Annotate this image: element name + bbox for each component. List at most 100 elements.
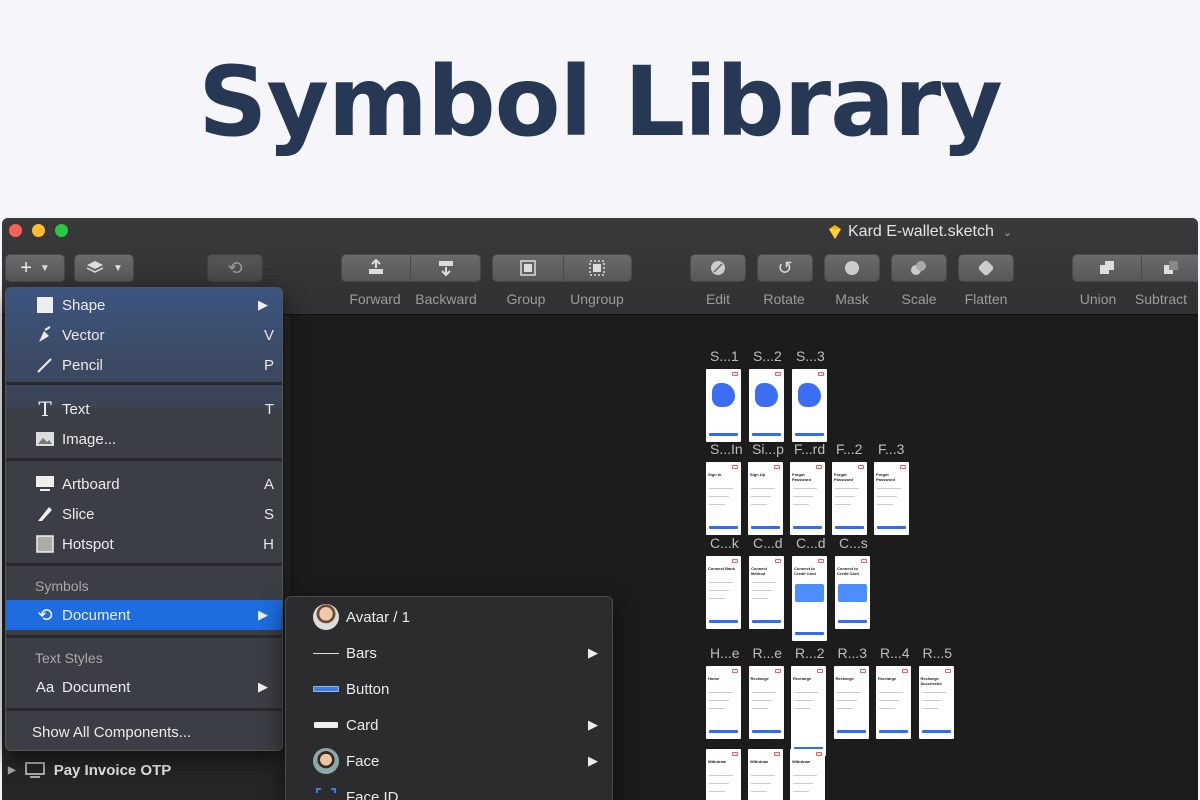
menu-item-text[interactable]: T Text T: [6, 394, 282, 424]
menu-item-label: Document: [62, 606, 131, 624]
artboard-label[interactable]: S...1: [710, 348, 739, 364]
artboard-label[interactable]: R...2: [795, 645, 825, 661]
artboard-thumbnail[interactable]: Recharge: [833, 666, 869, 739]
submenu-item-bars[interactable]: Bars ▶: [286, 635, 612, 671]
menu-item-show-all-components[interactable]: Show All Components...: [6, 717, 282, 747]
document-title[interactable]: Kard E-wallet.sketch ⌄: [828, 221, 1012, 243]
menu-item-pencil[interactable]: Pencil P: [6, 350, 282, 380]
chevron-right-icon: ▶: [588, 753, 598, 768]
artboard-label[interactable]: F...rd: [794, 441, 825, 457]
artboard-label[interactable]: C...s: [839, 535, 868, 551]
menu-item-image[interactable]: Image...: [6, 424, 282, 454]
artboard-thumbnail[interactable]: Forgot Password: [832, 462, 867, 535]
artboard-thumbnail[interactable]: Recharge Successful: [918, 666, 954, 739]
menu-item-artboard[interactable]: Artboard A: [6, 469, 282, 499]
menu-item-label: Document: [62, 678, 131, 696]
rotate-button[interactable]: ↺: [757, 254, 813, 282]
artboard-label[interactable]: C...d: [796, 535, 826, 551]
menu-item-shape[interactable]: Shape ▶: [6, 290, 282, 320]
subtract-button[interactable]: [1142, 255, 1198, 281]
group-label: Group: [506, 291, 546, 307]
insert-menu: Shape ▶ Vector V Pencil P T Text T Image…: [5, 287, 283, 751]
artboard-label[interactable]: C...d: [753, 535, 783, 551]
artboard-label[interactable]: F...3: [878, 441, 904, 457]
submenu-item-avatar[interactable]: Avatar / 1: [286, 599, 612, 635]
artboard-thumbnail[interactable]: Forgot Password: [790, 462, 825, 535]
edit-button[interactable]: [690, 254, 746, 282]
bars-icon: [313, 640, 339, 666]
artboard-label[interactable]: R...5: [923, 645, 953, 661]
group-button[interactable]: [493, 255, 564, 281]
hero-banner: Symbol Library: [0, 0, 1200, 218]
submenu-item-button[interactable]: Button: [286, 671, 612, 707]
artboard-thumbnail[interactable]: [706, 369, 741, 442]
artboard-thumbnail[interactable]: Home: [706, 666, 741, 739]
artboard-thumbnail[interactable]: Recharge: [791, 666, 826, 756]
artboard-thumbnail[interactable]: Recharge: [876, 666, 911, 739]
backward-button[interactable]: [411, 255, 480, 281]
flatten-button[interactable]: [958, 254, 1014, 282]
text-style-icon: Aa: [35, 678, 55, 696]
symbols-submenu: Avatar / 1 Bars ▶ Button Card ▶ Face ▶ F…: [285, 596, 613, 800]
ungroup-button[interactable]: [564, 255, 631, 281]
artboard-label[interactable]: R...4: [880, 645, 910, 661]
refresh-button[interactable]: ⟲: [207, 254, 263, 282]
menu-item-symbols-document[interactable]: ⟲ Document ▶: [6, 600, 282, 630]
scale-icon: [911, 261, 926, 275]
minimize-window-button[interactable]: [32, 224, 45, 237]
slice-icon: [34, 503, 56, 525]
artboard-thumbnail[interactable]: Sign Up: [748, 462, 783, 535]
artboard-title: Connect to Credit Card: [794, 566, 816, 576]
menu-item-slice[interactable]: Slice S: [6, 499, 282, 529]
artboard-thumbnail[interactable]: Connect Bank: [706, 556, 741, 629]
chevron-right-icon: ▶: [588, 645, 598, 660]
menu-item-vector[interactable]: Vector V: [6, 320, 282, 350]
union-label: Union: [1079, 291, 1117, 307]
artboard-thumbnail[interactable]: Withdraw: [790, 749, 825, 800]
menu-item-label: Text: [62, 400, 90, 418]
artboard-label[interactable]: C...k: [710, 535, 739, 551]
mask-label: Mask: [835, 291, 869, 307]
artboard-label[interactable]: R...3: [838, 645, 868, 661]
menu-separator: [6, 563, 282, 566]
backward-icon: [438, 261, 453, 277]
artboard-label[interactable]: H...e: [710, 645, 740, 661]
backward-label: Backward: [415, 291, 477, 307]
artboard-thumbnail[interactable]: [792, 369, 827, 442]
artboard-label[interactable]: F...2: [836, 441, 862, 457]
chevron-down-icon: ⌄: [1002, 226, 1013, 239]
submenu-item-face-id[interactable]: Face ID: [286, 779, 612, 800]
artboard-thumbnail[interactable]: Sign In: [706, 462, 741, 535]
insert-button[interactable]: + ▼: [5, 254, 65, 282]
mask-button[interactable]: [824, 254, 880, 282]
artboard-thumbnail[interactable]: Forgot Password: [874, 462, 909, 535]
artboard-thumbnail[interactable]: Connect Method: [749, 556, 784, 629]
submenu-item-card[interactable]: Card ▶: [286, 707, 612, 743]
disclosure-triangle-icon: ▶: [8, 764, 16, 776]
artboard-label[interactable]: S...2: [753, 348, 782, 364]
artboard-thumbnail[interactable]: Withdraw: [706, 749, 741, 800]
artboard-label[interactable]: R...e: [753, 645, 783, 661]
group-segment: [492, 254, 632, 282]
screenshot-root: Symbol Library Kard E-wallet.sketch ⌄ + …: [0, 0, 1200, 800]
layer-row-pay-invoice-otp[interactable]: ▶ Pay Invoice OTP: [0, 757, 288, 783]
artboard-label[interactable]: Si...p: [752, 441, 784, 457]
artboard-thumbnail[interactable]: Recharge: [748, 666, 784, 739]
artboard-label[interactable]: S...3: [796, 348, 825, 364]
menu-item-hotspot[interactable]: Hotspot H: [6, 529, 282, 559]
union-button[interactable]: [1073, 255, 1142, 281]
artboard-thumbnail[interactable]: Connect to Credit Card: [835, 556, 870, 629]
scale-button[interactable]: [891, 254, 947, 282]
artboard-thumbnail[interactable]: [749, 369, 784, 442]
forward-button[interactable]: [342, 255, 411, 281]
zoom-window-button[interactable]: [55, 224, 68, 237]
shortcut-key: T: [264, 400, 274, 418]
artboard-thumbnail[interactable]: Connect to Credit Card: [792, 556, 827, 641]
layers-button[interactable]: ▼: [74, 254, 134, 282]
menu-item-text-styles-document[interactable]: Aa Document ▶: [6, 672, 282, 702]
artboard-thumbnail[interactable]: Withdraw: [748, 749, 783, 800]
submenu-item-face[interactable]: Face ▶: [286, 743, 612, 779]
close-window-button[interactable]: [9, 224, 22, 237]
artboard-title: Recharge Successful: [920, 676, 942, 686]
artboard-label[interactable]: S...In: [710, 441, 743, 457]
